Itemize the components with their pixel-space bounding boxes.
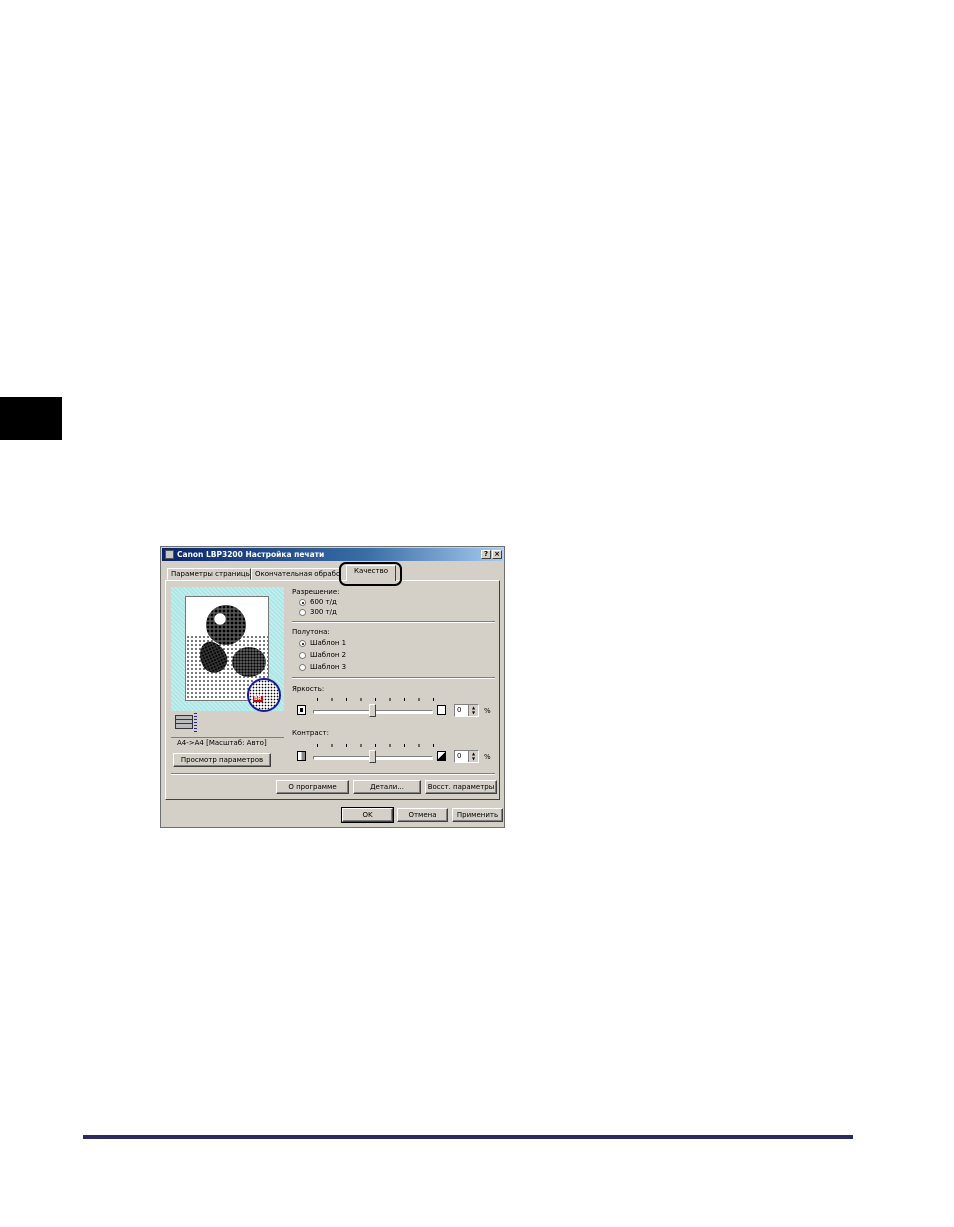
title-bar: Canon LBP3200 Настройка печати ? × <box>162 548 503 561</box>
restore-defaults-button[interactable]: Восст. параметры <box>425 780 497 794</box>
contrast-unit: % <box>484 753 491 761</box>
close-button[interactable]: × <box>492 550 502 559</box>
contrast-spinbox[interactable]: 0 ▲ ▼ <box>454 750 479 763</box>
zoom-dots <box>249 680 279 710</box>
paper-stack-icon <box>175 715 193 729</box>
high-contrast-icon <box>437 751 446 761</box>
zoom-magnifier: BR <box>247 678 281 712</box>
page-size-text: A4->A4 [Масштаб: Авто] <box>171 737 284 748</box>
preview-shadow-shape <box>232 647 266 677</box>
brightness-value: 0 <box>457 706 462 714</box>
radio-300dpi[interactable] <box>299 609 306 616</box>
zoom-badge: BR <box>253 696 263 702</box>
brightness-slider[interactable] <box>369 704 376 717</box>
radio-pattern-2-label: Шаблон 2 <box>310 651 347 659</box>
paper-ruler-icon <box>194 713 197 732</box>
radio-300dpi-label: 300 т/д <box>310 608 337 616</box>
help-button[interactable]: ? <box>481 550 491 559</box>
radio-pattern-1[interactable] <box>299 640 306 647</box>
tab-page-setup[interactable]: Параметры страницы <box>167 568 251 580</box>
printer-icon <box>165 550 174 559</box>
about-button[interactable]: О программе <box>276 780 349 794</box>
low-contrast-icon <box>297 751 306 761</box>
resolution-label: Разрешение: <box>292 588 340 596</box>
brightness-spin-arrows[interactable]: ▲ ▼ <box>468 705 478 716</box>
tab-finishing[interactable]: Окончательная обработка <box>251 568 341 580</box>
dialog-title: Canon LBP3200 Настройка печати <box>177 550 325 559</box>
apply-button[interactable]: Применить <box>452 808 503 822</box>
chapter-tab-marker <box>0 397 62 440</box>
radio-pattern-3-label: Шаблон 3 <box>310 663 347 671</box>
ok-button[interactable]: OK <box>341 807 394 823</box>
tab-highlight-callout <box>339 562 402 586</box>
radio-pattern-2[interactable] <box>299 652 306 659</box>
divider <box>292 677 495 679</box>
halftone-label: Полутона: <box>292 628 330 636</box>
details-button[interactable]: Детали... <box>353 780 421 794</box>
contrast-spin-arrows[interactable]: ▲ ▼ <box>468 751 478 762</box>
contrast-value: 0 <box>457 752 462 760</box>
divider <box>171 773 495 775</box>
contrast-label: Контраст: <box>292 729 329 737</box>
view-settings-button[interactable]: Просмотр параметров <box>173 753 271 767</box>
light-icon <box>437 705 446 715</box>
preview-sphere <box>206 605 246 645</box>
radio-600dpi-label: 600 т/д <box>310 598 337 606</box>
radio-600dpi[interactable] <box>299 599 306 606</box>
brightness-unit: % <box>484 707 491 715</box>
contrast-slider[interactable] <box>369 750 376 763</box>
print-settings-dialog: Canon LBP3200 Настройка печати ? × Парам… <box>160 546 505 828</box>
brightness-ticks <box>317 698 435 701</box>
radio-pattern-3[interactable] <box>299 664 306 671</box>
brightness-label: Яркость: <box>292 685 325 693</box>
contrast-ticks <box>317 744 435 747</box>
brightness-spinbox[interactable]: 0 ▲ ▼ <box>454 704 479 717</box>
divider <box>292 621 495 623</box>
page-footer-rule <box>83 1135 853 1139</box>
dark-icon <box>297 705 306 715</box>
cancel-button[interactable]: Отмена <box>397 808 448 822</box>
radio-pattern-1-label: Шаблон 1 <box>310 639 347 647</box>
